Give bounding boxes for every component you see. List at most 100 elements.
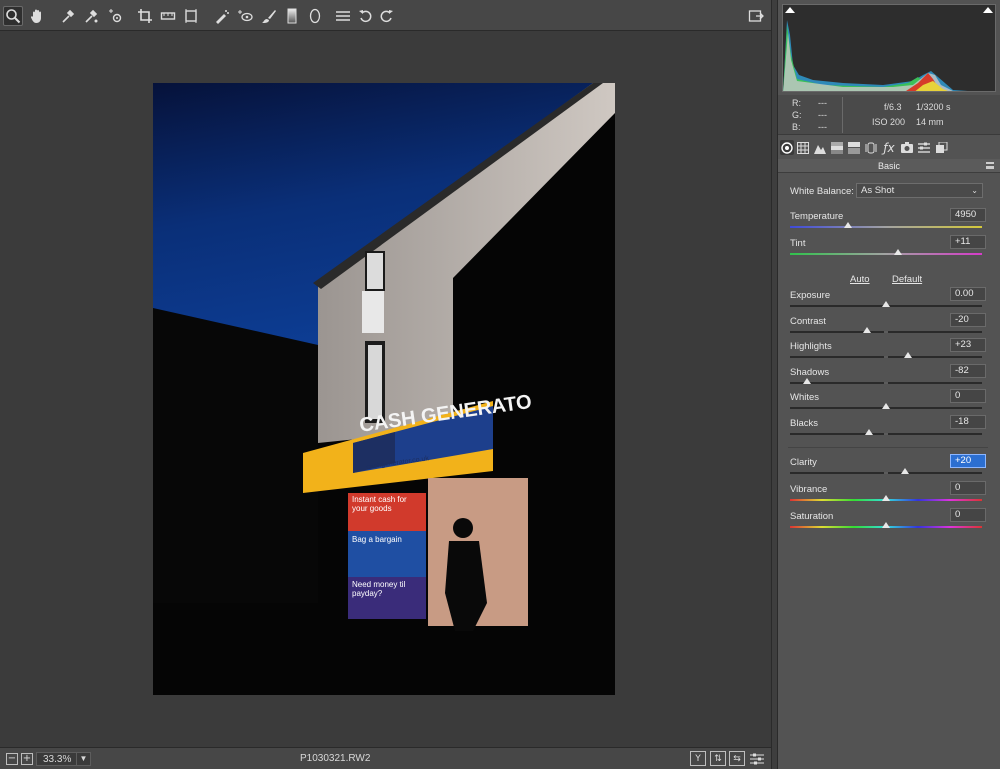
vibrance-slider[interactable]: Vibrance 0 — [790, 481, 986, 510]
copy-settings-icon[interactable]: ⇆ — [729, 751, 745, 766]
clarity-slider[interactable]: Clarity +20 — [790, 454, 986, 483]
tab-detail[interactable] — [813, 140, 827, 155]
blacks-value[interactable]: -18 — [950, 415, 986, 429]
blacks-track[interactable] — [790, 433, 982, 435]
default-link[interactable]: Default — [892, 274, 922, 285]
before-after-toggle[interactable]: Y — [690, 751, 706, 766]
zoom-out-button[interactable]: − — [6, 753, 18, 765]
preview-canvas[interactable]: CASH GENERATO cashgenerator.co.uk Instan… — [0, 31, 771, 747]
adjustment-brush-icon[interactable] — [259, 6, 279, 26]
white-balance-tool-icon[interactable] — [58, 6, 78, 26]
clarity-thumb[interactable] — [901, 468, 910, 474]
temperature-slider[interactable]: Temperature 4950 — [790, 208, 986, 237]
tab-lens-corrections[interactable] — [864, 140, 878, 155]
spot-removal-tool-icon[interactable] — [212, 6, 232, 26]
radial-filter-icon[interactable] — [305, 6, 325, 26]
temperature-track[interactable] — [790, 226, 982, 228]
b-label: B: — [792, 122, 801, 132]
zoom-in-button[interactable]: + — [21, 753, 33, 765]
clarity-track[interactable] — [790, 472, 982, 474]
shadows-value[interactable]: -82 — [950, 364, 986, 378]
section-title-label: Basic — [877, 161, 900, 171]
tint-value[interactable]: +11 — [950, 235, 986, 249]
toolbar — [0, 0, 771, 31]
targeted-adjustment-tool-icon[interactable] — [105, 6, 125, 26]
histogram — [782, 4, 996, 92]
straighten-tool-icon[interactable] — [158, 6, 178, 26]
tint-thumb[interactable] — [893, 249, 902, 255]
tint-track[interactable] — [790, 253, 982, 255]
temperature-thumb[interactable] — [843, 222, 852, 228]
poster-text-2: Bag a bargain — [352, 535, 402, 544]
tab-camera-calibration[interactable] — [900, 140, 914, 155]
saturation-value[interactable]: 0 — [950, 508, 986, 522]
aperture: f/6.3 — [884, 102, 902, 112]
shutter-speed: 1/3200 s — [916, 102, 951, 112]
zoom-select[interactable]: 33.3% ▼ — [36, 752, 91, 766]
blacks-thumb[interactable] — [864, 429, 873, 435]
whites-value[interactable]: 0 — [950, 389, 986, 403]
tab-split-toning[interactable] — [847, 140, 861, 155]
graduated-filter-icon[interactable] — [282, 6, 302, 26]
clarity-value[interactable]: +20 — [950, 454, 986, 468]
g-label: G: — [792, 110, 802, 120]
tab-hsl[interactable] — [830, 140, 844, 155]
temperature-value[interactable]: 4950 — [950, 208, 986, 222]
exposure-label: Exposure — [790, 290, 831, 301]
transform-tool-icon[interactable] — [181, 6, 201, 26]
tab-snapshots[interactable] — [935, 140, 949, 155]
shadow-clipping-icon[interactable] — [785, 7, 795, 13]
preferences-icon[interactable] — [333, 6, 353, 26]
contrast-value[interactable]: -20 — [950, 313, 986, 327]
b-value: --- — [818, 122, 827, 132]
tone-curve-icon — [797, 141, 809, 154]
presets-icon — [918, 142, 930, 153]
panel-menu-icon[interactable] — [986, 162, 994, 169]
white-balance-value: As Shot — [861, 185, 895, 196]
panel-divider[interactable] — [771, 0, 778, 769]
before-after-swap-icon[interactable]: ⇅ — [710, 751, 726, 766]
highlights-value[interactable]: +23 — [950, 338, 986, 352]
shadows-track[interactable] — [790, 382, 982, 384]
exposure-value[interactable]: 0.00 — [950, 287, 986, 301]
tab-effects[interactable]: ƒx — [882, 140, 896, 155]
contrast-thumb[interactable] — [862, 327, 871, 333]
rotate-right-icon[interactable] — [376, 6, 396, 26]
view-settings-icon[interactable] — [749, 751, 765, 766]
auto-link[interactable]: Auto — [850, 274, 870, 285]
fullscreen-icon[interactable] — [746, 6, 766, 26]
poster-text-1: Instant cash for your goods — [352, 495, 407, 513]
vibrance-value[interactable]: 0 — [950, 481, 986, 495]
zoom-tool-icon[interactable] — [3, 6, 23, 26]
rotate-left-icon[interactable] — [356, 6, 376, 26]
adjustments-panel: R: --- G: --- B: --- f/6.3 1/3200 s ISO … — [778, 0, 1000, 769]
highlight-clipping-icon[interactable] — [983, 7, 993, 13]
crop-tool-icon[interactable] — [135, 6, 155, 26]
g-value: --- — [818, 110, 827, 120]
highlights-thumb[interactable] — [904, 352, 913, 358]
zoom-value: 33.3% — [43, 753, 72, 765]
whites-thumb[interactable] — [882, 403, 890, 409]
tab-basic[interactable] — [780, 140, 794, 155]
chevron-down-icon: ⌄ — [971, 186, 978, 195]
poster-text-3: Need money til payday? — [352, 580, 406, 598]
tab-presets[interactable] — [917, 140, 931, 155]
shadows-thumb[interactable] — [803, 378, 812, 384]
red-eye-tool-icon[interactable] — [235, 6, 255, 26]
photo-preview[interactable]: CASH GENERATO cashgenerator.co.uk Instan… — [153, 83, 615, 695]
highlights-track[interactable] — [790, 356, 982, 358]
saturation-thumb[interactable] — [882, 522, 890, 528]
vibrance-thumb[interactable] — [882, 495, 890, 501]
r-label: R: — [792, 98, 801, 108]
tint-label: Tint — [790, 238, 806, 249]
tab-tone-curve[interactable] — [796, 140, 810, 155]
contrast-track[interactable] — [790, 331, 982, 333]
tint-slider[interactable]: Tint +11 — [790, 235, 986, 264]
info-divider — [842, 97, 843, 133]
exposure-thumb[interactable] — [882, 301, 890, 307]
hand-tool-icon[interactable] — [27, 6, 47, 26]
saturation-slider[interactable]: Saturation 0 — [790, 508, 986, 537]
blacks-slider[interactable]: Blacks -18 — [790, 415, 986, 444]
white-balance-select[interactable]: As Shot ⌄ — [856, 183, 983, 198]
color-sampler-tool-icon[interactable] — [81, 6, 101, 26]
